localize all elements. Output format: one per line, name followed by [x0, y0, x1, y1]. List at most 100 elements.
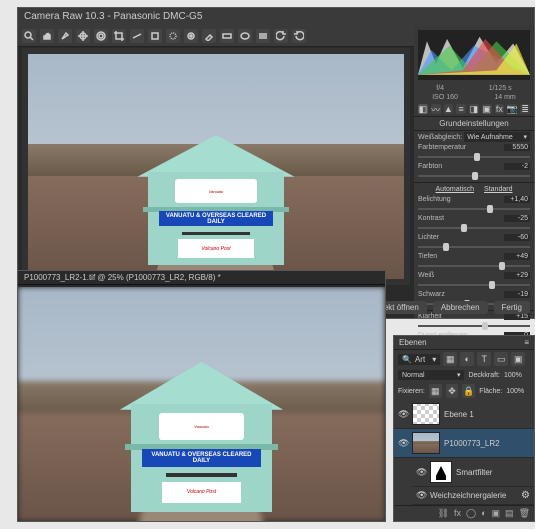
- slider-tiefen[interactable]: [418, 262, 530, 270]
- std-link[interactable]: Standard: [484, 186, 512, 193]
- redeye-icon[interactable]: [184, 29, 198, 43]
- fx-tab-icon[interactable]: fx: [495, 104, 505, 114]
- crop-tool-icon[interactable]: [112, 29, 126, 43]
- filter-shape-icon[interactable]: ▭: [494, 352, 508, 366]
- filter-pixel-icon[interactable]: ▦: [443, 352, 457, 366]
- done-button[interactable]: Fertig: [494, 301, 530, 314]
- acr-preview[interactable]: Vanuatu VANUATU & OVERSEAS CLEARED DAILY…: [22, 48, 410, 285]
- wb-select[interactable]: Wie Aufnahme▾: [464, 132, 530, 142]
- wb-label: Weißabgleich:: [418, 134, 462, 141]
- fill-value[interactable]: 100%: [506, 388, 530, 395]
- new-layer-icon[interactable]: ▤: [505, 508, 514, 519]
- acr-sidebar: f/4 1/125 s ISO 160 14 mm ◧ 〰 ▲ ≡ ◨ ▣ fx…: [414, 26, 534, 318]
- filter-type-icon[interactable]: T: [477, 352, 491, 366]
- slider-kontrast[interactable]: [418, 224, 530, 232]
- slider-lichter[interactable]: [418, 243, 530, 251]
- curve-tab-icon[interactable]: 〰: [431, 104, 441, 114]
- layer-name[interactable]: Ebene 1: [444, 410, 530, 419]
- graduated-filter-icon[interactable]: [220, 29, 234, 43]
- tint-slider[interactable]: [418, 172, 530, 180]
- visibility-icon[interactable]: 👁: [398, 409, 408, 420]
- slider-belichtung[interactable]: [418, 205, 530, 213]
- straighten-icon[interactable]: [130, 29, 144, 43]
- delete-icon[interactable]: 🗑: [519, 508, 530, 519]
- slider-value[interactable]: -25: [504, 215, 530, 222]
- prefs-icon[interactable]: [256, 29, 270, 43]
- lock-all-icon[interactable]: 🔒: [462, 384, 475, 398]
- hand-tool-icon[interactable]: [40, 29, 54, 43]
- zoom-tool-icon[interactable]: [22, 29, 36, 43]
- filter-adjust-icon[interactable]: ◐: [460, 352, 474, 366]
- temp-value[interactable]: 5550: [504, 144, 530, 151]
- filter-name[interactable]: Weichzeichnergalerie: [430, 491, 517, 500]
- split-tab-icon[interactable]: ◨: [469, 104, 479, 114]
- panel-menu-icon[interactable]: ≡: [524, 338, 529, 347]
- slider-value[interactable]: +15: [504, 313, 530, 320]
- link-layers-icon[interactable]: ⛓: [438, 508, 449, 519]
- visibility-icon[interactable]: 👁: [416, 490, 426, 501]
- histogram[interactable]: [418, 30, 530, 80]
- transform-icon[interactable]: [148, 29, 162, 43]
- layer-name[interactable]: P1000773_LR2: [444, 439, 530, 448]
- adjustment-icon[interactable]: ◐: [481, 508, 486, 519]
- photoshop-canvas[interactable]: Vanuatu VANUATU & OVERSEAS CLEARED DAILY…: [18, 287, 385, 521]
- layer-thumb[interactable]: [412, 403, 440, 425]
- lock-pixels-icon[interactable]: ▦: [429, 384, 442, 398]
- window-title: Camera Raw 10.3 - Panasonic DMC-G5: [18, 8, 534, 26]
- target-adjust-icon[interactable]: [94, 29, 108, 43]
- panel-title: Grundeinstellungen: [414, 117, 534, 131]
- temp-slider[interactable]: [418, 153, 530, 161]
- lock-position-icon[interactable]: ✥: [446, 384, 459, 398]
- wb-tool-icon[interactable]: [58, 29, 72, 43]
- basic-tab-icon[interactable]: ◧: [418, 104, 428, 114]
- f-number: f/4: [436, 85, 444, 92]
- layer-row[interactable]: 👁 P1000773_LR2: [394, 429, 534, 458]
- adjustment-brush-icon[interactable]: [202, 29, 216, 43]
- iso: ISO 160: [432, 94, 458, 101]
- cal-tab-icon[interactable]: 📷: [507, 104, 517, 114]
- smartfilter-row[interactable]: 👁 Smartfilter: [412, 458, 534, 487]
- rotate-cw-icon[interactable]: [292, 29, 306, 43]
- slider-value[interactable]: +29: [504, 272, 530, 279]
- slider-value[interactable]: +1,40: [504, 196, 530, 203]
- blend-mode-select[interactable]: Normal▾: [398, 370, 464, 380]
- slider-value[interactable]: +49: [504, 253, 530, 260]
- layer-row[interactable]: 👁 Ebene 1: [394, 400, 534, 429]
- slider-label: Weiß: [418, 272, 502, 279]
- spot-removal-icon[interactable]: [166, 29, 180, 43]
- layers-bottom-bar: ⛓ fx ◯ ◐ ▣ ▤ 🗑: [394, 505, 534, 521]
- hsl-tab-icon[interactable]: ≡: [456, 104, 466, 114]
- slider-value[interactable]: -19: [504, 291, 530, 298]
- color-sampler-icon[interactable]: [76, 29, 90, 43]
- filter-entry-row[interactable]: 👁 Weichzeichnergalerie ⚙: [412, 487, 534, 505]
- slider-label: Klarheit: [418, 313, 502, 320]
- document-tab[interactable]: P1000773_LR2-1.tif @ 25% (P1000773_LR2, …: [18, 271, 385, 285]
- cancel-button[interactable]: Abbrechen: [433, 301, 488, 314]
- shutter: 1/125 s: [489, 85, 512, 92]
- opacity-value[interactable]: 100%: [504, 372, 530, 379]
- visibility-icon[interactable]: 👁: [398, 438, 408, 449]
- radial-filter-icon[interactable]: [238, 29, 252, 43]
- filter-kind-select[interactable]: 🔍Art▾: [398, 354, 440, 365]
- mask-icon[interactable]: ◯: [466, 508, 476, 519]
- layer-thumb[interactable]: [412, 432, 440, 454]
- slider-label: Kontrast: [418, 215, 502, 222]
- slider-klarheit[interactable]: [418, 322, 530, 330]
- detail-tab-icon[interactable]: ▲: [444, 104, 454, 114]
- layers-panel-title: Ebenen: [399, 338, 427, 347]
- slider-label: Lichter: [418, 234, 502, 241]
- preset-tab-icon[interactable]: ≣: [520, 104, 530, 114]
- visibility-icon[interactable]: 👁: [416, 467, 426, 478]
- filter-smart-icon[interactable]: ▣: [511, 352, 525, 366]
- lens-tab-icon[interactable]: ▣: [482, 104, 492, 114]
- filter-mask-thumb[interactable]: [430, 461, 452, 483]
- slider-weiß[interactable]: [418, 281, 530, 289]
- fx-icon[interactable]: fx: [454, 508, 461, 519]
- focal: 14 mm: [494, 94, 515, 101]
- auto-link[interactable]: Automatisch: [436, 186, 475, 193]
- slider-value[interactable]: -60: [504, 234, 530, 241]
- group-icon[interactable]: ▣: [492, 508, 501, 519]
- tint-value[interactable]: -2: [504, 163, 530, 170]
- filter-options-icon[interactable]: ⚙: [521, 490, 530, 501]
- rotate-ccw-icon[interactable]: [274, 29, 288, 43]
